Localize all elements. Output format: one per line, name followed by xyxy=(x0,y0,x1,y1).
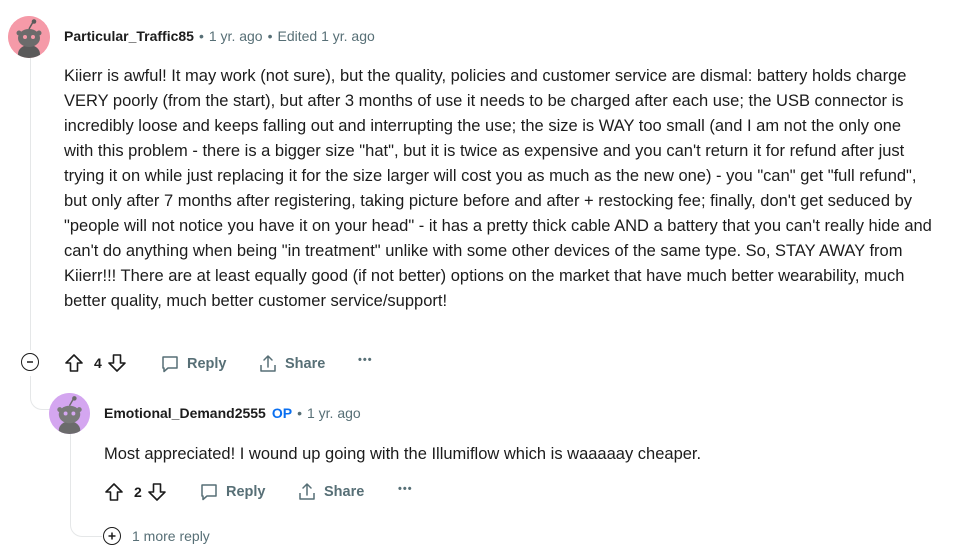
snoo-avatar-icon xyxy=(8,16,50,58)
vote-count: 2 xyxy=(134,484,142,500)
upvote-button[interactable] xyxy=(64,353,84,373)
downvote-icon xyxy=(147,483,166,501)
meta-separator: • xyxy=(297,405,302,421)
share-icon xyxy=(299,483,315,500)
reply-thread-connector xyxy=(70,484,102,537)
reply-button[interactable]: Reply xyxy=(199,481,266,503)
meta-separator: • xyxy=(198,28,204,44)
reply-thread-line xyxy=(70,434,71,484)
reply-author[interactable]: Emotional_Demand2555 xyxy=(104,405,266,421)
more-options-button[interactable]: ••• xyxy=(358,354,373,366)
comment-actions: 4 xyxy=(64,352,127,374)
reply-avatar[interactable] xyxy=(49,393,90,434)
snoo-avatar-icon xyxy=(49,393,90,434)
share-label: Share xyxy=(324,484,365,500)
expand-replies-button[interactable] xyxy=(103,527,121,545)
comment-timestamp[interactable]: 1 yr. ago xyxy=(209,28,263,44)
op-badge: OP xyxy=(271,405,293,421)
comment-icon xyxy=(201,484,217,501)
meta-separator: • xyxy=(267,28,273,44)
vote-count: 4 xyxy=(94,355,102,371)
comment-icon xyxy=(162,356,178,373)
more-replies-link[interactable]: 1 more reply xyxy=(103,527,210,545)
upvote-icon xyxy=(105,483,123,501)
more-options-icon: ••• xyxy=(398,483,413,495)
share-button[interactable]: Share xyxy=(258,353,325,375)
reply-button[interactable]: Reply xyxy=(160,353,227,375)
upvote-icon xyxy=(65,354,83,372)
more-replies-label: 1 more reply xyxy=(132,528,210,544)
reply-body: Most appreciated! I wound up going with … xyxy=(104,445,702,463)
downvote-button[interactable] xyxy=(147,482,167,502)
reply-actions: 2 xyxy=(104,481,167,503)
downvote-icon xyxy=(107,354,126,372)
reply-body-container: Most appreciated! I wound up going with … xyxy=(104,442,924,467)
edited-label: Edited 1 yr. ago xyxy=(277,28,375,44)
minus-icon xyxy=(27,361,33,363)
share-icon xyxy=(260,355,276,372)
share-label: Share xyxy=(285,356,326,372)
reply-header: Emotional_Demand2555 OP • 1 yr. ago xyxy=(104,405,361,421)
comment-body: Kiierr is awful! It may work (not sure),… xyxy=(64,67,932,310)
reply-label: Reply xyxy=(187,356,227,372)
comment-header: Particular_Traffic85 • 1 yr. ago • Edite… xyxy=(64,28,375,44)
thread-line xyxy=(30,58,31,350)
collapse-thread-button[interactable] xyxy=(21,353,39,371)
upvote-button[interactable] xyxy=(104,482,124,502)
plus-icon xyxy=(108,532,116,540)
comment-body-container: Kiierr is awful! It may work (not sure),… xyxy=(64,64,934,314)
reply-timestamp[interactable]: 1 yr. ago xyxy=(307,405,361,421)
more-options-button[interactable]: ••• xyxy=(398,483,413,495)
downvote-button[interactable] xyxy=(107,353,127,373)
reply-label: Reply xyxy=(226,484,266,500)
comment-author[interactable]: Particular_Traffic85 xyxy=(64,28,194,44)
avatar[interactable] xyxy=(8,16,50,58)
more-options-icon: ••• xyxy=(358,354,373,366)
share-button[interactable]: Share xyxy=(297,481,364,503)
